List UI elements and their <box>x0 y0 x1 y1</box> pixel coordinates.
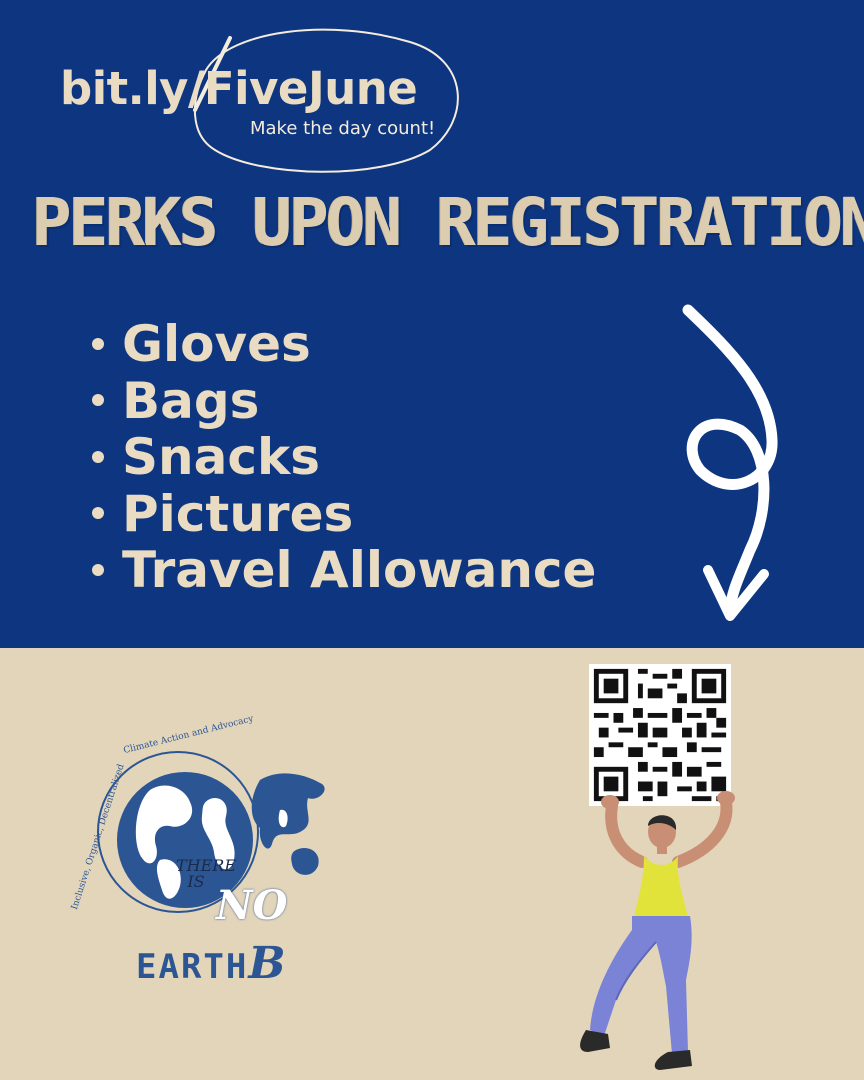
globe-icon <box>97 751 325 913</box>
person-lifting-illustration <box>580 791 735 1070</box>
qr-code-icon[interactable] <box>589 664 731 806</box>
qr-code-pattern <box>593 668 727 802</box>
headline: PERKS UPON REGISTRATION <box>32 184 864 261</box>
logo-earth: EARTH <box>136 947 249 987</box>
link-text: bit.ly/FiveJune <box>60 62 418 115</box>
logo-earth-b: EARTHB <box>136 938 288 989</box>
list-item: Gloves <box>92 316 596 373</box>
registration-link[interactable]: bit.ly/FiveJune <box>60 62 418 115</box>
list-item: Bags <box>92 371 596 430</box>
bullet-icon <box>92 450 104 463</box>
perks-list: Gloves Bags Snacks Pictures Travel Allow… <box>92 316 596 599</box>
curly-down-arrow-icon <box>682 304 778 621</box>
tagline: Make the day count! <box>250 118 436 139</box>
bullet-icon <box>92 394 104 406</box>
list-item: Travel Allowance <box>92 542 596 599</box>
list-item: Snacks <box>92 429 596 486</box>
perk-label: Pictures <box>122 484 354 543</box>
perk-label: Travel Allowance <box>122 541 597 599</box>
perk-label: Bags <box>122 371 260 430</box>
bullet-icon <box>92 507 104 519</box>
logo-no: NO <box>216 882 288 929</box>
bullet-icon <box>92 563 104 576</box>
list-item: Pictures <box>92 484 596 543</box>
perk-label: Snacks <box>122 428 320 486</box>
perk-label: Gloves <box>122 315 311 373</box>
bullet-icon <box>92 337 104 350</box>
logo-b: B <box>248 938 288 989</box>
logo-there-is: THERE IS <box>176 856 237 891</box>
top-panel: bit.ly/FiveJune Make the day count! PERK… <box>0 0 864 648</box>
